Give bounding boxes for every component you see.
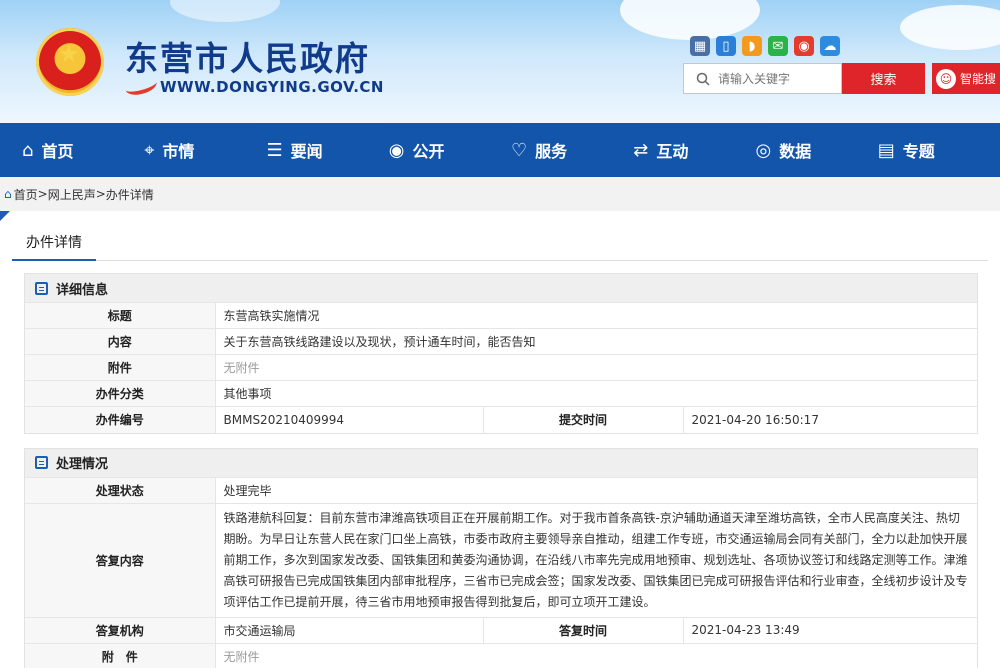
field-label: 处理状态 — [25, 476, 215, 503]
nav-item-service[interactable]: ♡ 服务 — [511, 138, 633, 162]
search-input[interactable] — [718, 71, 828, 86]
field-value: 关于东营高铁线路建设以及现状，预计通车时间，能否告知 — [214, 328, 977, 355]
nav-label: 首页 — [41, 142, 74, 161]
detail-panel-header: 详细信息 — [25, 274, 977, 302]
social-links: ▦ ▯ ◗ ✉ ◉ ☁ — [690, 36, 840, 56]
home-small-icon: ⌂ — [4, 187, 12, 201]
field-value: 无附件 — [214, 354, 977, 381]
breadcrumb: ⌂ 首页 > 网上民声 > 办件详情 — [0, 177, 1000, 211]
breadcrumb-separator: > — [37, 187, 48, 201]
field-label: 附 件 — [25, 642, 215, 668]
breadcrumb-home[interactable]: 首页 — [14, 186, 38, 203]
nav-item-home[interactable]: ⌂ 首页 — [22, 138, 144, 162]
cloud-service-icon[interactable]: ☁ — [820, 36, 840, 56]
weibo-icon[interactable]: ◉ — [794, 36, 814, 56]
table-row: 内容 关于东营高铁线路建设以及现状，预计通车时间，能否告知 — [25, 328, 977, 355]
field-label: 答复时间 — [482, 616, 683, 643]
document-icon — [35, 281, 48, 295]
field-value: 无附件 — [214, 642, 977, 668]
field-value: 2021-04-23 13:49 — [682, 616, 977, 643]
wechat-icon[interactable]: ✉ — [768, 36, 788, 56]
field-label: 标题 — [25, 302, 215, 329]
page-tab-bar: 办件详情 — [12, 229, 988, 261]
interact-icon: ⇄ — [633, 139, 649, 161]
nav-item-topic[interactable]: ▤ 专题 — [878, 138, 1000, 162]
smart-search-button[interactable]: ☺ 智能搜 — [932, 63, 1000, 94]
nav-label: 市情 — [162, 142, 195, 161]
cloud-decoration — [170, 0, 280, 22]
breadcrumb-separator: > — [95, 187, 106, 201]
field-value: 其他事项 — [214, 380, 977, 407]
main-nav: ⌂ 首页 ⌖ 市情 ☰ 要闻 ◉ 公开 ♡ 服务 ⇄ 互动 ◎ 数据 ▤ 专题 — [0, 123, 1000, 177]
field-value: 东营高铁实施情况 — [214, 302, 977, 329]
handling-panel-title: 处理情况 — [56, 457, 109, 472]
cloud-decoration — [620, 0, 760, 40]
weibo-app-icon[interactable]: ▦ — [690, 36, 710, 56]
field-label: 内容 — [25, 328, 215, 355]
cloud-decoration — [900, 5, 1000, 50]
field-label: 办件编号 — [25, 406, 215, 433]
nav-label: 公开 — [412, 142, 445, 161]
national-emblem-logo[interactable]: ★ — [36, 28, 104, 96]
breadcrumb-current: 办件详情 — [105, 187, 154, 202]
nav-item-data[interactable]: ◎ 数据 — [756, 138, 878, 162]
field-value: 2021-04-20 16:50:17 — [682, 406, 977, 433]
search-icon — [696, 72, 710, 86]
reply-content: 铁路港航科回复：目前东营市津潍高铁项目正在开展前期工作。对于我市首条高铁-京沪辅… — [214, 502, 977, 617]
table-row: 办件编号 BMMS20210409994 提交时间 2021-04-20 16:… — [25, 406, 977, 433]
search-button[interactable]: 搜索 — [842, 63, 925, 94]
corner-marker — [0, 211, 10, 221]
topic-icon: ▤ — [877, 139, 895, 161]
handling-panel-header: 处理情况 — [25, 448, 977, 477]
list-icon: ☰ — [266, 139, 283, 161]
eye-icon: ◉ — [388, 139, 405, 161]
home-icon: ⌂ — [22, 139, 34, 161]
handling-panel: 处理情况 处理状态 处理完毕 答复内容 铁路港航科回复：目前东营市津潍高铁项目正… — [24, 447, 978, 668]
heart-icon: ♡ — [511, 139, 528, 161]
nav-label: 数据 — [779, 142, 812, 161]
nav-item-public[interactable]: ◉ 公开 — [389, 138, 511, 162]
table-row: 附 件 无附件 — [25, 642, 977, 668]
field-label: 提交时间 — [482, 406, 683, 433]
robot-icon: ☺ — [936, 68, 956, 89]
nav-label: 服务 — [535, 142, 568, 161]
field-label: 答复内容 — [25, 502, 215, 617]
field-value: 市交通运输局 — [214, 616, 483, 643]
table-row: 标题 东营高铁实施情况 — [25, 302, 977, 329]
field-label: 答复机构 — [25, 616, 215, 643]
rss-icon[interactable]: ◗ — [742, 36, 762, 56]
city-info-icon: ⌖ — [144, 139, 155, 161]
table-row: 答复机构 市交通运输局 答复时间 2021-04-23 13:49 — [25, 616, 977, 643]
site-header: ★ 东营市人民政府 WWW.DONGYING.GOV.CN ▦ ▯ ◗ ✉ ◉ … — [0, 0, 1000, 123]
site-domain: WWW.DONGYING.GOV.CN — [160, 78, 384, 96]
mobile-icon[interactable]: ▯ — [716, 36, 736, 56]
detail-table: 标题 东营高铁实施情况 内容 关于东营高铁线路建设以及现状，预计通车时间，能否告… — [25, 302, 977, 433]
table-row: 答复内容 铁路港航科回复：目前东营市津潍高铁项目正在开展前期工作。对于我市首条高… — [25, 502, 977, 617]
field-label: 办件分类 — [25, 380, 215, 407]
site-title[interactable]: 东营市人民政府 — [125, 32, 370, 80]
detail-panel: 详细信息 标题 东营高铁实施情况 内容 关于东营高铁线路建设以及现状，预计通车时… — [24, 273, 978, 434]
table-row: 办件分类 其他事项 — [25, 380, 977, 407]
nav-label: 互动 — [656, 142, 689, 161]
nav-label: 专题 — [902, 142, 935, 161]
data-icon: ◎ — [755, 139, 772, 161]
table-row: 附件 无附件 — [25, 354, 977, 381]
breadcrumb-level1[interactable]: 网上民声 — [48, 186, 96, 203]
tab-case-detail[interactable]: 办件详情 — [12, 229, 96, 261]
nav-item-interact[interactable]: ⇄ 互动 — [633, 138, 755, 162]
document-icon — [35, 456, 48, 469]
nav-label: 要闻 — [290, 142, 323, 161]
field-value: BMMS20210409994 — [214, 406, 483, 433]
nav-item-news[interactable]: ☰ 要闻 — [267, 138, 389, 162]
detail-panel-title: 详细信息 — [56, 282, 109, 298]
smart-search-label: 智能搜 — [960, 72, 997, 86]
field-value: 处理完毕 — [214, 476, 977, 503]
table-row: 处理状态 处理完毕 — [25, 476, 977, 503]
nav-item-city[interactable]: ⌖ 市情 — [144, 138, 266, 162]
handling-table: 处理状态 处理完毕 答复内容 铁路港航科回复：目前东营市津潍高铁项目正在开展前期… — [25, 476, 977, 668]
search-box — [683, 63, 842, 94]
field-label: 附件 — [25, 354, 215, 381]
